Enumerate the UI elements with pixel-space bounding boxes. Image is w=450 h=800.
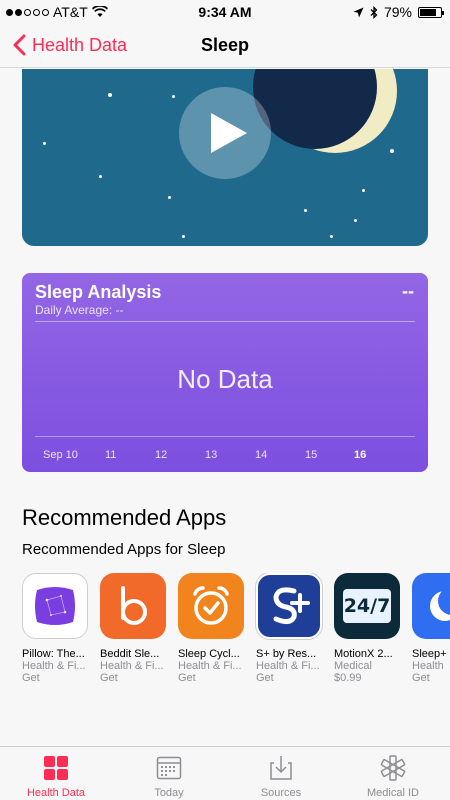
s-plus-app-icon bbox=[256, 573, 322, 639]
app-name: Sleep Cycl... bbox=[178, 648, 240, 660]
star bbox=[43, 142, 46, 145]
star bbox=[172, 95, 175, 98]
star bbox=[108, 93, 112, 97]
app-price[interactable]: $0.99 bbox=[334, 672, 402, 684]
pillow-app-icon bbox=[22, 573, 88, 639]
tab-today[interactable]: Today bbox=[124, 753, 214, 799]
star bbox=[354, 219, 357, 222]
page-title: Sleep bbox=[200, 35, 250, 55]
day-label: 11 bbox=[105, 449, 117, 461]
status-right: 79% bbox=[353, 4, 444, 20]
calendar-icon bbox=[156, 756, 182, 780]
day-label: Sep 10 bbox=[43, 449, 78, 461]
day-label: 15 bbox=[305, 449, 318, 461]
battery-icon bbox=[418, 6, 444, 18]
app-item[interactable]: 24/7 MotionX 2... Medical $0.99 bbox=[334, 573, 402, 684]
app-price[interactable]: Get bbox=[100, 672, 168, 684]
app-category: Health & Fi... bbox=[256, 660, 320, 672]
app-item[interactable]: S+ by Res... Health & Fi... Get bbox=[256, 573, 324, 684]
app-item[interactable]: Sleep+ Health Get bbox=[412, 573, 450, 684]
sleep-plus-app-icon bbox=[412, 573, 450, 639]
app-price[interactable]: Get bbox=[22, 672, 90, 684]
star bbox=[304, 209, 307, 212]
app-price[interactable]: Get bbox=[412, 672, 450, 684]
tab-sources[interactable]: Sources bbox=[236, 753, 326, 799]
sleep-analysis-card[interactable]: Sleep Analysis -- Daily Average: -- No D… bbox=[22, 273, 428, 472]
day-label: 14 bbox=[255, 449, 268, 461]
app-category: Health & Fi... bbox=[22, 660, 86, 672]
recommended-apps-list: Pillow: The... Health & Fi... Get Beddit… bbox=[22, 573, 450, 693]
no-data-label: No Data bbox=[177, 364, 273, 394]
star bbox=[99, 175, 102, 178]
grid-icon bbox=[44, 756, 68, 780]
day-label: 13 bbox=[205, 449, 218, 461]
app-name: S+ by Res... bbox=[256, 648, 317, 660]
app-name: MotionX 2... bbox=[334, 648, 393, 660]
medical-asterisk-icon bbox=[380, 755, 406, 781]
tab-health-data[interactable]: Health Data bbox=[11, 753, 101, 799]
app-category: Health & Fi... bbox=[178, 660, 242, 672]
day-label: 12 bbox=[155, 449, 168, 461]
app-item[interactable]: Pillow: The... Health & Fi... Get bbox=[22, 573, 90, 684]
bluetooth-icon bbox=[370, 5, 378, 19]
tab-bar: Health Data Today Sources Medical ID bbox=[0, 746, 450, 800]
app-category: Medical bbox=[334, 660, 372, 672]
play-icon bbox=[211, 113, 247, 153]
app-category: Health & Fi... bbox=[100, 660, 164, 672]
star bbox=[182, 235, 185, 238]
sleep-analysis-title: Sleep Analysis bbox=[35, 282, 162, 302]
app-category: Health bbox=[412, 660, 444, 672]
daily-average-label: Daily Average: -- bbox=[35, 303, 124, 317]
day-label-current: 16 bbox=[354, 449, 367, 461]
status-bar: AT&T 9:34 AM 79% bbox=[0, 0, 450, 24]
beddit-app-icon bbox=[100, 573, 166, 639]
chart-baseline bbox=[35, 436, 415, 437]
recommended-apps-heading: Recommended Apps bbox=[22, 505, 227, 530]
navigation-bar: Health Data Sleep bbox=[0, 24, 450, 68]
day-axis: Sep 10 11 12 13 14 15 16 bbox=[22, 449, 428, 463]
tab-label: Today bbox=[154, 787, 184, 799]
battery-percent: 79% bbox=[383, 4, 412, 20]
sleep-video-card[interactable] bbox=[22, 69, 428, 246]
app-price[interactable]: Get bbox=[178, 672, 246, 684]
app-name: Sleep+ bbox=[412, 648, 447, 660]
tab-label: Health Data bbox=[26, 787, 86, 799]
app-name: Beddit Sle... bbox=[100, 648, 160, 660]
play-button[interactable] bbox=[179, 87, 271, 179]
sleep-cycle-app-icon bbox=[178, 573, 244, 639]
download-heart-icon bbox=[270, 756, 292, 780]
divider bbox=[35, 321, 415, 322]
app-item[interactable]: Sleep Cycl... Health & Fi... Get bbox=[178, 573, 246, 684]
moon-illustration bbox=[253, 69, 397, 153]
app-price[interactable]: Get bbox=[256, 672, 324, 684]
app-item[interactable]: Beddit Sle... Health & Fi... Get bbox=[100, 573, 168, 684]
sleep-analysis-value: -- bbox=[402, 281, 414, 301]
star bbox=[168, 196, 171, 199]
star bbox=[362, 189, 365, 192]
star bbox=[330, 235, 333, 238]
motionx-app-icon: 24/7 bbox=[334, 573, 400, 639]
location-arrow-icon bbox=[353, 7, 364, 17]
app-name: Pillow: The... bbox=[22, 648, 85, 660]
star bbox=[390, 149, 394, 153]
tab-medical-id[interactable]: Medical ID bbox=[348, 753, 438, 799]
tab-label: Sources bbox=[260, 787, 302, 799]
tab-label: Medical ID bbox=[367, 787, 419, 799]
recommended-apps-subheading: Recommended Apps for Sleep bbox=[22, 541, 226, 558]
